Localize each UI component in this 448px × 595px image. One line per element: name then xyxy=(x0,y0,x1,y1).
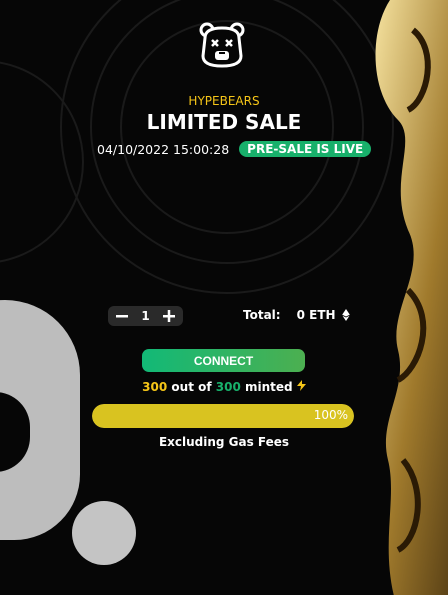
progress-label: 100% xyxy=(313,408,348,422)
minted-status: 300 out of 300 minted xyxy=(0,380,448,394)
progress-fill: 100% xyxy=(92,404,354,428)
minus-icon xyxy=(116,315,128,318)
quantity-stepper: 1 xyxy=(108,306,183,326)
decrement-button[interactable] xyxy=(114,308,130,324)
increment-button[interactable] xyxy=(161,308,177,324)
total-label: Total: xyxy=(243,308,281,322)
bear-face-icon xyxy=(199,22,245,68)
plus-icon xyxy=(162,310,175,322)
total-display: Total: 0 ETH xyxy=(243,308,350,322)
total-value: 0 ETH xyxy=(296,308,336,322)
brand-name: HYPEBEARS xyxy=(188,94,260,108)
ethereum-icon xyxy=(341,309,350,321)
quantity-value[interactable]: 1 xyxy=(141,309,149,323)
sale-datetime: 04/10/2022 15:00:28 xyxy=(97,141,230,157)
status-badge: PRE-SALE IS LIVE xyxy=(239,141,372,157)
minted-count: 300 xyxy=(142,380,168,394)
sale-info-row: 04/10/2022 15:00:28 PRE-SALE IS LIVE xyxy=(97,141,372,157)
page-title: LIMITED SALE xyxy=(146,110,302,134)
connect-button[interactable]: CONNECT xyxy=(142,349,305,372)
minted-out-of: out of xyxy=(171,380,212,394)
lightning-icon xyxy=(296,380,306,391)
mint-progress-bar: 100% xyxy=(92,404,354,428)
gas-fee-note: Excluding Gas Fees xyxy=(158,435,290,449)
minted-total: 300 xyxy=(215,380,241,394)
mint-panel: HYPEBEARS LIMITED SALE 04/10/2022 15:00:… xyxy=(0,0,448,595)
minted-suffix: minted xyxy=(245,380,293,394)
